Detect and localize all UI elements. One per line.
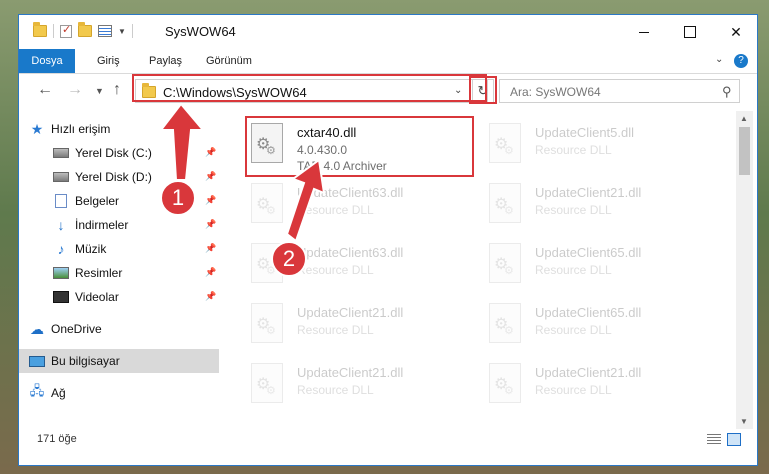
step-badge-2: 2 [271, 241, 307, 277]
callout-arrow-2 [285, 158, 326, 243]
callout-arrows [158, 102, 326, 243]
step-badge-1: 1 [160, 180, 196, 216]
callout-arrow-1 [158, 102, 206, 181]
